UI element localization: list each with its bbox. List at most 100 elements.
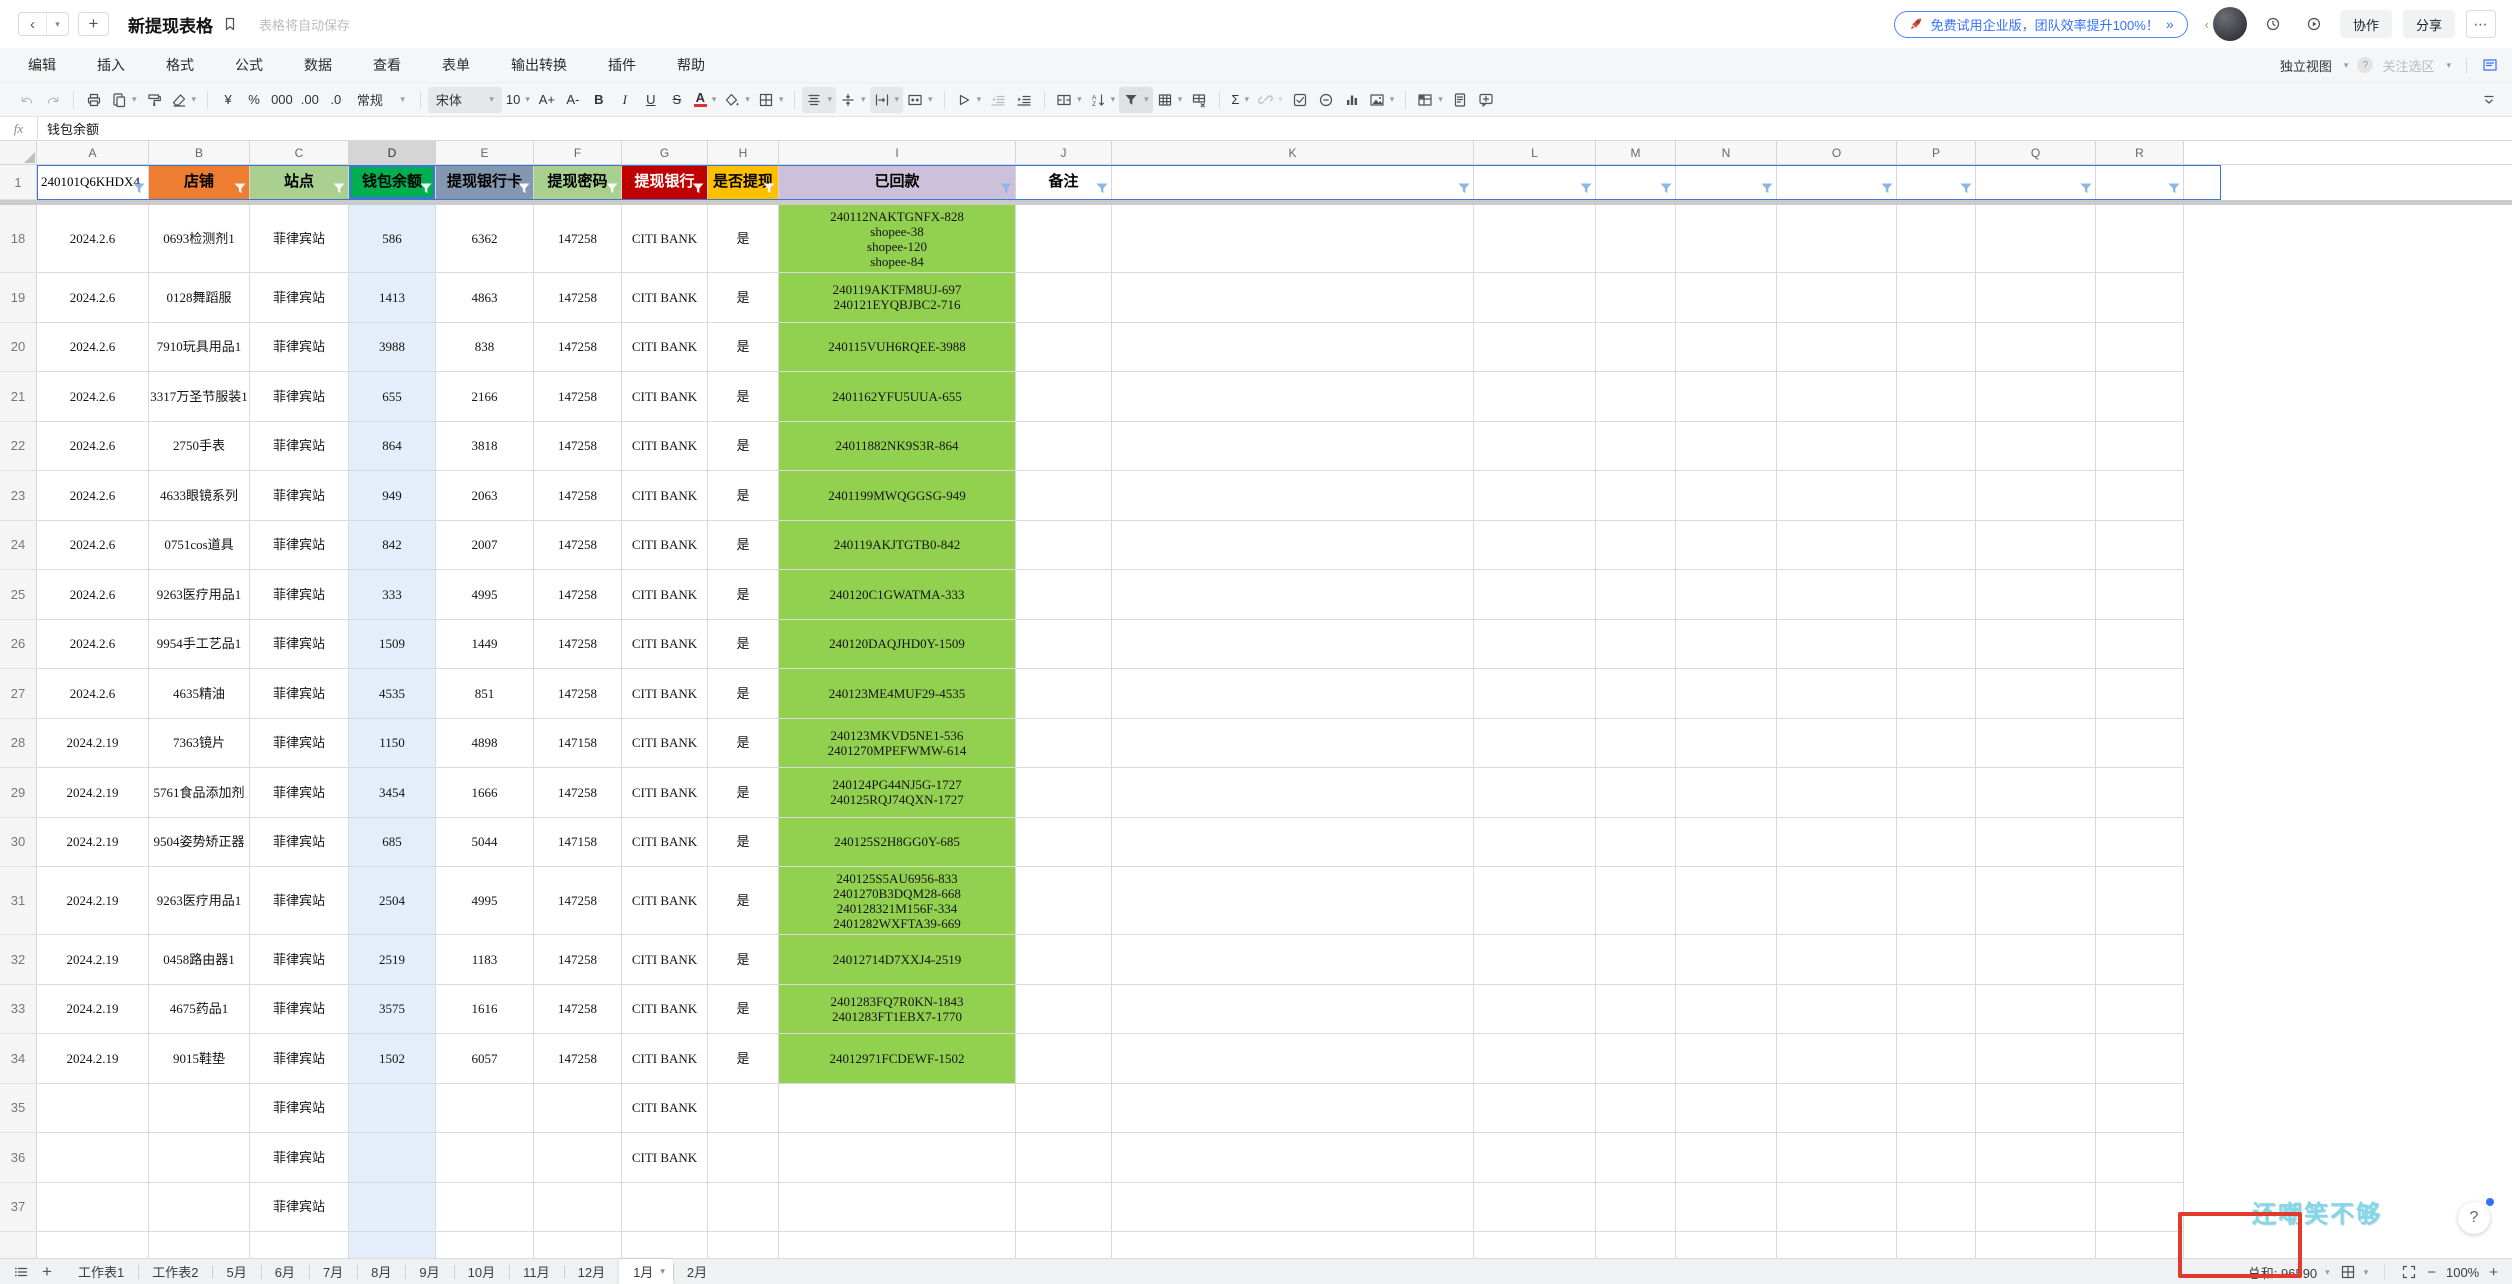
cell-L30[interactable] xyxy=(1474,817,1596,867)
cell-B38[interactable] xyxy=(149,1232,250,1258)
column-header-F[interactable]: F xyxy=(534,141,622,165)
increase-decimal-button[interactable]: .00 xyxy=(297,87,323,113)
cell-B37[interactable] xyxy=(149,1182,250,1232)
menu-item[interactable]: 编辑 xyxy=(28,55,56,75)
share-button[interactable]: 分享 xyxy=(2402,10,2455,38)
comment-button[interactable] xyxy=(1473,87,1499,113)
cell-O24[interactable] xyxy=(1777,520,1897,570)
cell-Q36[interactable] xyxy=(1976,1133,2096,1183)
cell-R28[interactable] xyxy=(2096,718,2184,768)
cell-L24[interactable] xyxy=(1474,520,1596,570)
sheet-tab-7月[interactable]: 7月 xyxy=(308,1259,357,1284)
cell-I36[interactable] xyxy=(779,1133,1016,1183)
cell-G24[interactable]: CITI BANK xyxy=(622,520,708,570)
cell-A38[interactable] xyxy=(37,1232,149,1258)
cell-F38[interactable] xyxy=(534,1232,622,1258)
row-header-37[interactable]: 37 xyxy=(0,1182,37,1232)
bold-button[interactable]: B xyxy=(586,87,612,113)
font-family-button[interactable]: 宋体 ▾ xyxy=(427,86,502,113)
collaborate-button[interactable]: 协作 xyxy=(2339,10,2392,38)
cell-L32[interactable] xyxy=(1474,935,1596,985)
cell-L22[interactable] xyxy=(1474,421,1596,471)
cell-E34[interactable]: 6057 xyxy=(436,1034,534,1084)
print-button[interactable] xyxy=(81,87,107,113)
sheet-tab-1月[interactable]: 1月 ▾ xyxy=(619,1258,673,1284)
increase-font-size-button[interactable]: A+ xyxy=(534,87,560,113)
cell-K31[interactable] xyxy=(1112,867,1474,935)
cell-O20[interactable] xyxy=(1777,322,1897,372)
cell-O21[interactable] xyxy=(1777,372,1897,422)
cell-N35[interactable] xyxy=(1676,1083,1777,1133)
cell-F27[interactable]: 147258 xyxy=(534,669,622,719)
cell-G35[interactable]: CITI BANK xyxy=(622,1083,708,1133)
cell-L36[interactable] xyxy=(1474,1133,1596,1183)
menu-item[interactable]: 查看 xyxy=(373,55,401,75)
menu-item[interactable]: 插入 xyxy=(97,55,125,75)
cell-I29[interactable]: 240124PG44NJ5G-1727 240125RQJ74QXN-1727 xyxy=(779,768,1016,818)
cell-N36[interactable] xyxy=(1676,1133,1777,1183)
cell-A26[interactable]: 2024.2.6 xyxy=(37,619,149,669)
cell-B30[interactable]: 9504姿势矫正器 xyxy=(149,817,250,867)
cell-P32[interactable] xyxy=(1897,935,1976,985)
new-file-button[interactable]: + xyxy=(78,12,109,36)
cell-E35[interactable] xyxy=(436,1083,534,1133)
cell-P26[interactable] xyxy=(1897,619,1976,669)
cell-F25[interactable]: 147258 xyxy=(534,570,622,620)
back-button-group[interactable]: ‹ ▾ xyxy=(18,12,69,36)
cell-C21[interactable]: 菲律宾站 xyxy=(250,372,349,422)
cell-L33[interactable] xyxy=(1474,984,1596,1034)
cell-P30[interactable] xyxy=(1897,817,1976,867)
cell-A35[interactable] xyxy=(37,1083,149,1133)
cell-B28[interactable]: 7363镜片 xyxy=(149,718,250,768)
cell-R20[interactable] xyxy=(2096,322,2184,372)
cell-I34[interactable]: 24012971FCDEWF-1502 xyxy=(779,1034,1016,1084)
cell-L37[interactable] xyxy=(1474,1182,1596,1232)
cell-E30[interactable]: 5044 xyxy=(436,817,534,867)
sum-dropdown[interactable]: 总和: 96590 ▾ xyxy=(2248,1263,2330,1282)
row-header-36[interactable]: 36 xyxy=(0,1133,37,1183)
cell-A25[interactable]: 2024.2.6 xyxy=(37,570,149,620)
cell-R31[interactable] xyxy=(2096,867,2184,935)
sort-button[interactable]: A Z ▾ xyxy=(1086,87,1120,113)
filter-funnel-icon[interactable] xyxy=(1580,183,1592,194)
cell-O32[interactable] xyxy=(1777,935,1897,985)
cell-C19[interactable]: 菲律宾站 xyxy=(250,273,349,323)
cell-E23[interactable]: 2063 xyxy=(436,471,534,521)
cell-G25[interactable]: CITI BANK xyxy=(622,570,708,620)
cell-M36[interactable] xyxy=(1596,1133,1676,1183)
mention-button[interactable] xyxy=(1313,87,1339,113)
cell-F28[interactable]: 147158 xyxy=(534,718,622,768)
cell-G34[interactable]: CITI BANK xyxy=(622,1034,708,1084)
cell-D19[interactable]: 1413 xyxy=(349,273,436,323)
cell-J1[interactable]: 备注 xyxy=(1016,165,1112,200)
cell-L21[interactable] xyxy=(1474,372,1596,422)
cell-A30[interactable]: 2024.2.19 xyxy=(37,817,149,867)
cell-P23[interactable] xyxy=(1897,471,1976,521)
row-header-26[interactable]: 26 xyxy=(0,619,37,669)
cell-D28[interactable]: 1150 xyxy=(349,718,436,768)
cell-R36[interactable] xyxy=(2096,1133,2184,1183)
cell-Q1[interactable] xyxy=(1976,165,2096,200)
cell-H31[interactable]: 是 xyxy=(708,867,779,935)
decrease-font-size-button[interactable]: A- xyxy=(560,87,586,113)
filter-funnel-icon[interactable] xyxy=(1000,183,1012,194)
cell-E28[interactable]: 4898 xyxy=(436,718,534,768)
cell-R27[interactable] xyxy=(2096,669,2184,719)
cell-M32[interactable] xyxy=(1596,935,1676,985)
column-header-P[interactable]: P xyxy=(1897,141,1976,165)
cell-P33[interactable] xyxy=(1897,984,1976,1034)
cell-Q38[interactable] xyxy=(1976,1232,2096,1258)
cell-J30[interactable] xyxy=(1016,817,1112,867)
cell-L31[interactable] xyxy=(1474,867,1596,935)
cell-N21[interactable] xyxy=(1676,372,1777,422)
cell-C31[interactable]: 菲律宾站 xyxy=(250,867,349,935)
filter-button[interactable]: ▾ xyxy=(1119,86,1153,113)
filter-funnel-icon[interactable] xyxy=(606,183,618,194)
cell-K37[interactable] xyxy=(1112,1182,1474,1232)
cell-R33[interactable] xyxy=(2096,984,2184,1034)
filter-funnel-icon[interactable] xyxy=(1660,183,1672,194)
cell-G21[interactable]: CITI BANK xyxy=(622,372,708,422)
cell-J24[interactable] xyxy=(1016,520,1112,570)
cell-C36[interactable]: 菲律宾站 xyxy=(250,1133,349,1183)
cell-I33[interactable]: 2401283FQ7R0KN-1843 2401283FT1EBX7-1770 xyxy=(779,984,1016,1034)
